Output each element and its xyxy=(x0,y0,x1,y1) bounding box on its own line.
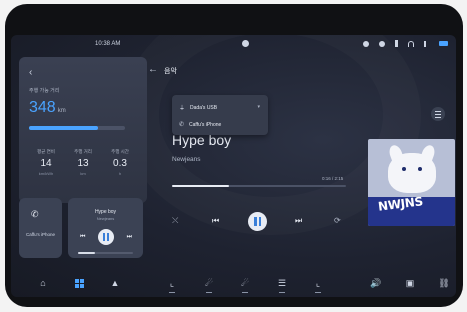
status-icons xyxy=(363,40,448,47)
stat-value: 13 xyxy=(77,158,89,169)
chevron-down-icon: ▾ xyxy=(257,104,260,110)
time-readout: 0:16 / 2:15 xyxy=(322,176,344,181)
home-icon[interactable]: ⌂ xyxy=(37,277,49,289)
previous-icon[interactable]: ⏮ xyxy=(212,216,219,226)
stat-label: 평균 연비 xyxy=(37,149,55,154)
source-option-phone[interactable]: ✆ Caffu's iPhone xyxy=(179,121,222,129)
battery-icon xyxy=(439,41,448,46)
progress-slider-fill xyxy=(172,185,230,187)
drive-info-card[interactable]: ‹ 주행 가능 거리 348 km 평균 연비 14 km/kWh 주행 거리 1… xyxy=(19,57,147,203)
album-art-eye xyxy=(418,167,422,171)
source-dropdown[interactable]: ⏚ Dada's USB ▾ ✆ Caffu's iPhone xyxy=(172,95,268,135)
next-icon[interactable]: ⏭ xyxy=(127,234,132,241)
back-arrow-icon[interactable]: ← xyxy=(148,64,158,75)
previous-icon[interactable]: ⏮ xyxy=(80,234,85,241)
playlist-button[interactable] xyxy=(431,107,445,121)
media-icon[interactable]: ▣ xyxy=(404,277,416,289)
stat-label: 주행 거리 xyxy=(74,149,92,154)
indicator-dot xyxy=(206,292,212,293)
stat-unit: h xyxy=(118,171,122,176)
phone-card[interactable]: ✆ Caffu's iPhone xyxy=(19,198,62,258)
stat-value: 0.3 xyxy=(113,158,127,169)
mini-player-title: Hype boy xyxy=(94,209,117,215)
usb-icon: ⏚ xyxy=(179,106,186,112)
bluetooth-icon xyxy=(395,40,398,47)
location-icon xyxy=(363,40,369,47)
playback-controls: ⤬ ⏮ ⏭ ⟳ xyxy=(172,212,346,232)
car-icon[interactable]: ⛓ xyxy=(438,277,450,289)
page-title: 음악 xyxy=(164,68,177,75)
stat-unit: km/kWh xyxy=(38,171,54,176)
list-icon-line xyxy=(435,111,441,112)
trip-stats: 평균 연비 14 km/kWh 주행 거리 13 km 주행 시간 0.3 h xyxy=(29,149,137,176)
source-option-usb[interactable]: ⏚ Dada's USB xyxy=(179,103,218,113)
phone-icon: ✆ xyxy=(179,122,185,128)
bottom-nav: ⌂ ▲ ⌞ ☄ ☄ ☰ ⌞ 🔊 ▣ ⛓ xyxy=(11,267,456,297)
indicator-dot xyxy=(242,292,248,293)
stat-value: 14 xyxy=(40,158,52,169)
pause-button[interactable] xyxy=(98,229,114,245)
seat-heat-icon[interactable]: ⌞ xyxy=(312,277,324,289)
climate-icon[interactable]: ☄ xyxy=(203,277,215,289)
range-value-row: 348 km xyxy=(29,99,66,117)
fan-icon[interactable]: ☄ xyxy=(239,277,251,289)
status-time: 10:38 AM xyxy=(95,41,121,47)
source-label: Dada's USB xyxy=(190,104,218,111)
shuffle-icon[interactable]: ⤬ xyxy=(172,216,178,226)
lock-icon xyxy=(379,40,385,47)
volume-icon[interactable]: 🔊 xyxy=(370,277,382,289)
song-title: Hype boy xyxy=(172,132,232,148)
infotainment-screen: 10:38 AM ‹ 주행 가능 거리 348 km 평균 연비 14 km/kW… xyxy=(11,35,456,297)
next-icon[interactable]: ⏭ xyxy=(295,216,302,226)
seat-icon[interactable]: ⌞ xyxy=(166,277,178,289)
mini-player-artist: Newjeans xyxy=(96,216,115,221)
phone-icon: ✆ xyxy=(31,209,39,219)
progress-slider[interactable] xyxy=(172,185,346,187)
list-icon-line xyxy=(435,117,441,118)
chevron-left-icon[interactable]: ‹ xyxy=(29,67,32,78)
signal-icon xyxy=(424,40,429,47)
mini-player-progress xyxy=(78,252,133,254)
stat-distance: 주행 거리 13 km xyxy=(66,149,100,176)
defrost-icon[interactable]: ☰ xyxy=(276,277,288,289)
range-label: 주행 가능 거리 xyxy=(29,88,60,94)
pause-button[interactable] xyxy=(248,212,267,231)
indicator-dot xyxy=(315,292,321,293)
album-art: NWJNS xyxy=(368,139,455,226)
range-unit: km xyxy=(57,108,66,114)
apps-grid xyxy=(74,278,84,288)
apps-icon[interactable] xyxy=(73,277,85,289)
range-value: 348 xyxy=(29,99,56,116)
list-icon-line xyxy=(435,114,441,115)
song-artist: Newjeans xyxy=(172,156,201,163)
stat-efficiency: 평균 연비 14 km/kWh xyxy=(29,149,63,176)
wifi-icon xyxy=(408,40,414,47)
mini-player-progress-fill xyxy=(78,252,95,254)
album-art-cat xyxy=(388,153,436,193)
navigation-icon[interactable]: ▲ xyxy=(109,277,121,289)
mini-player[interactable]: Hype boy Newjeans ⏮ ⏭ xyxy=(68,198,143,258)
indicator-dot xyxy=(169,292,175,293)
stat-time: 주행 시간 0.3 h xyxy=(103,149,137,176)
indicator-dot xyxy=(279,292,285,293)
stat-label: 주행 시간 xyxy=(111,149,129,154)
phone-label: Caffu's iPhone xyxy=(25,232,56,237)
stat-unit: km xyxy=(80,171,86,176)
source-label: Caffu's iPhone xyxy=(189,121,222,128)
range-bar-fill xyxy=(29,126,99,130)
album-art-eye xyxy=(402,167,406,171)
range-bar xyxy=(29,126,125,130)
person-icon xyxy=(242,40,249,47)
status-bar: 10:38 AM xyxy=(11,35,456,55)
repeat-icon[interactable]: ⟳ xyxy=(334,216,341,225)
mini-player-controls: ⏮ ⏭ xyxy=(80,229,132,245)
